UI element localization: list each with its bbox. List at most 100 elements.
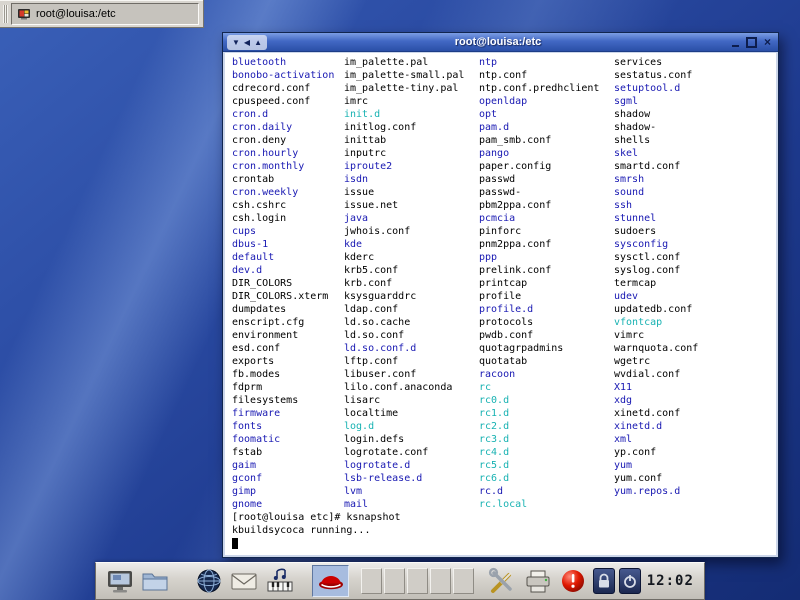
terminal-line: cpuspeed.confimrcopenldapsgml [232,95,776,108]
file-entry: fdprm [232,381,344,394]
terminal-line: DIR_COLORSkrb.confprintcaptermcap [232,277,776,290]
maximize-button[interactable] [745,36,758,49]
email-button[interactable] [229,565,261,597]
file-entry: lftp.conf [344,355,479,368]
file-entry: initlog.conf [344,121,479,134]
panel-clock[interactable]: 12:02 [645,573,696,589]
applet-handle[interactable] [3,5,8,23]
terminal-line: cron.dinit.doptshadow [232,108,776,121]
file-entry: cron.weekly [232,186,344,199]
file-entry: gconf [232,472,344,485]
file-entry: vfontcap [614,316,662,329]
empty-applet-area [361,568,474,594]
file-entry: dumpdates [232,303,344,316]
file-entry: xinetd.d [614,420,662,433]
file-entry: gaim [232,459,344,472]
file-entry: profile.d [479,303,614,316]
window-menu-icon[interactable]: ▼ [232,35,240,50]
file-entry: rc5.d [479,459,614,472]
task-label: root@louisa:/etc [36,8,116,20]
file-entry: vimrc [614,329,644,342]
file-entry: ppp [479,251,614,264]
system-tools-button[interactable] [486,565,518,597]
terminal-line: cron.hourlyinputrcpangoskel [232,147,776,160]
terminal-view[interactable]: bluetoothim_palette.palntpservicesbonobo… [225,53,776,555]
terminal-line: fontslog.drc2.dxinetd.d [232,420,776,433]
file-entry: imrc [344,95,479,108]
terminal-line: defaultkdercpppsysctl.conf [232,251,776,264]
file-entry: termcap [614,277,656,290]
minimize-button[interactable] [729,36,742,49]
file-entry: opt [479,108,614,121]
lock-screen-button[interactable] [593,568,615,594]
web-browser-button[interactable] [193,565,225,597]
file-entry: shells [614,134,650,147]
empty-panel-slot [384,568,405,594]
file-entry: pam.d [479,121,614,134]
terminal-line: gnomemailrc.local [232,498,776,511]
file-entry: passwd- [479,186,614,199]
logout-button[interactable] [619,568,641,594]
file-entry: environment [232,329,344,342]
file-entry: passwd [479,173,614,186]
main-menu-button[interactable] [312,565,350,597]
window-titlebar[interactable]: ▼ ◀ ▲ root@louisa:/etc × [223,33,778,52]
update-notifier-button[interactable] [557,565,589,597]
terminal-line: foomaticlogin.defsrc3.dxml [232,433,776,446]
terminal-line: gconflsb-release.drc6.dyum.conf [232,472,776,485]
empty-panel-slot [407,568,428,594]
on-all-desktops-icon[interactable]: ◀ [244,35,250,50]
terminal-line: csh.loginjavapcmciastunnel [232,212,776,225]
file-entry: logrotate.conf [344,446,479,459]
file-entry: kderc [344,251,479,264]
file-entry: sudoers [614,225,656,238]
file-entry: sestatus.conf [614,69,692,82]
file-entry: ksysguarddrc [344,290,479,303]
file-entry: pinforc [479,225,614,238]
file-entry: cron.d [232,108,344,121]
music-notes-icon [265,567,295,595]
file-entry: xinetd.conf [614,407,680,420]
panel-spacer [478,581,482,582]
file-entry: quotatab [479,355,614,368]
file-entry: rc0.d [479,394,614,407]
file-entry: rc4.d [479,446,614,459]
file-entry: shadow- [614,121,656,134]
file-entry: xml [614,433,632,446]
terminal-cursor [232,538,238,549]
file-entry: DIR_COLORS.xterm [232,290,344,303]
file-entry: ld.so.cache [344,316,479,329]
print-manager-button[interactable] [522,565,554,597]
shade-icon[interactable]: ▲ [254,35,262,50]
desktop: root@louisa:/etc ▼ ◀ ▲ root@louisa:/etc … [0,0,800,600]
envelope-icon [229,568,259,594]
terminal-line: gaimlogrotate.drc5.dyum [232,459,776,472]
file-entry: sound [614,186,644,199]
konsole-window: ▼ ◀ ▲ root@louisa:/etc × bluetoothim_pal… [222,32,779,558]
file-entry: stunnel [614,212,656,225]
file-entry: csh.cshrc [232,199,344,212]
terminal-cursor-line [232,537,776,550]
file-entry: ntp.conf [479,69,614,82]
file-entry: wgetrc [614,355,650,368]
close-button[interactable]: × [761,36,774,49]
terminal-line: cron.monthlyiproute2paper.configsmartd.c… [232,160,776,173]
file-entry: syslog.conf [614,264,680,277]
file-entry: krb.conf [344,277,479,290]
music-player-button[interactable] [264,565,296,597]
terminal-line: cdrecord.confim_palette-tiny.palntp.conf… [232,82,776,95]
file-entry: rc1.d [479,407,614,420]
file-entry: pwdb.conf [479,329,614,342]
file-entry: ldap.conf [344,303,479,316]
show-desktop-button[interactable] [104,565,136,597]
file-entry: iproute2 [344,160,479,173]
taskbar-task-konsole[interactable]: root@louisa:/etc [11,3,199,25]
file-entry: esd.conf [232,342,344,355]
empty-panel-slot [430,568,451,594]
file-entry: ssh [614,199,632,212]
file-entry: racoon [479,368,614,381]
file-entry: login.defs [344,433,479,446]
terminal-line: exportslftp.confquotatabwgetrc [232,355,776,368]
home-folder-button[interactable] [140,565,172,597]
file-entry: crontab [232,173,344,186]
